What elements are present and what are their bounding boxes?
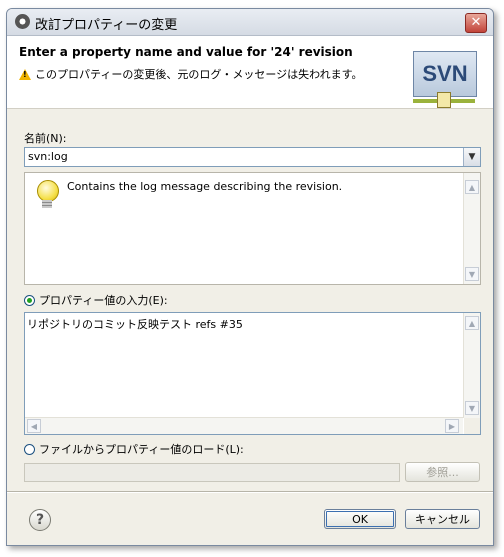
property-name-combo[interactable]: svn:log ▼: [24, 147, 481, 167]
scroll-up-button[interactable]: ▲: [465, 316, 479, 330]
scroll-left-button[interactable]: ◀: [27, 419, 41, 433]
scroll-up-button[interactable]: ▲: [465, 180, 479, 194]
svn-logo-text: SVN: [413, 51, 477, 97]
footer-divider: [7, 491, 493, 493]
property-name-value[interactable]: svn:log: [28, 150, 68, 163]
svn-logo: SVN: [413, 51, 477, 111]
warning-icon: !: [19, 68, 31, 80]
load-from-file-label[interactable]: ファイルからプロパティー値のロード(L):: [39, 441, 244, 457]
load-from-file-radio[interactable]: [24, 443, 35, 455]
enter-value-label[interactable]: プロパティー値の入力(E):: [39, 292, 168, 308]
browse-button[interactable]: 参照...: [405, 462, 480, 482]
property-value-textarea[interactable]: リポジトリのコミット反映テスト refs #35 ▲ ▼ ◀ ▶: [24, 312, 481, 435]
scrollbar-corner: [464, 418, 480, 434]
scroll-down-button[interactable]: ▼: [465, 401, 479, 415]
cancel-button[interactable]: キャンセル: [405, 509, 480, 529]
header-title: Enter a property name and value for '24'…: [19, 45, 353, 59]
lightbulb-icon: [35, 180, 59, 214]
name-label: 名前(N):: [24, 132, 67, 145]
load-from-file-option[interactable]: ファイルからプロパティー値のロード(L):: [24, 441, 244, 457]
file-path-input[interactable]: [24, 463, 400, 482]
dialog-header: Enter a property name and value for '24'…: [7, 36, 493, 109]
warning-text: このプロパティーの変更後、元のログ・メッセージは失われます。: [35, 68, 363, 81]
svn-window-icon: [15, 14, 30, 29]
property-value-text[interactable]: リポジトリのコミット反映テスト refs #35: [27, 316, 243, 332]
description-scrollbar[interactable]: ▲ ▼: [463, 173, 480, 284]
property-description: Contains the log message describing the …: [24, 172, 481, 285]
help-icon[interactable]: ?: [29, 509, 51, 531]
close-button[interactable]: ✕: [465, 13, 487, 33]
scroll-down-button[interactable]: ▼: [465, 267, 479, 281]
svn-logo-node: [437, 92, 451, 108]
enter-value-option[interactable]: プロパティー値の入力(E):: [24, 292, 168, 308]
warning-message: ! このプロパティーの変更後、元のログ・メッセージは失われます。: [19, 66, 362, 82]
title-bar[interactable]: 改訂プロパティーの変更 ✕: [7, 9, 493, 36]
scroll-right-button[interactable]: ▶: [445, 419, 459, 433]
value-vertical-scrollbar[interactable]: ▲ ▼: [463, 313, 480, 418]
enter-value-radio[interactable]: [24, 294, 35, 306]
chevron-down-icon[interactable]: ▼: [463, 148, 480, 166]
property-dialog: 改訂プロパティーの変更 ✕ Enter a property name and …: [6, 8, 494, 546]
description-text: Contains the log message describing the …: [67, 180, 343, 193]
window-title: 改訂プロパティーの変更: [35, 17, 178, 32]
value-horizontal-scrollbar[interactable]: ◀ ▶: [25, 417, 463, 434]
ok-button[interactable]: OK: [324, 509, 396, 529]
